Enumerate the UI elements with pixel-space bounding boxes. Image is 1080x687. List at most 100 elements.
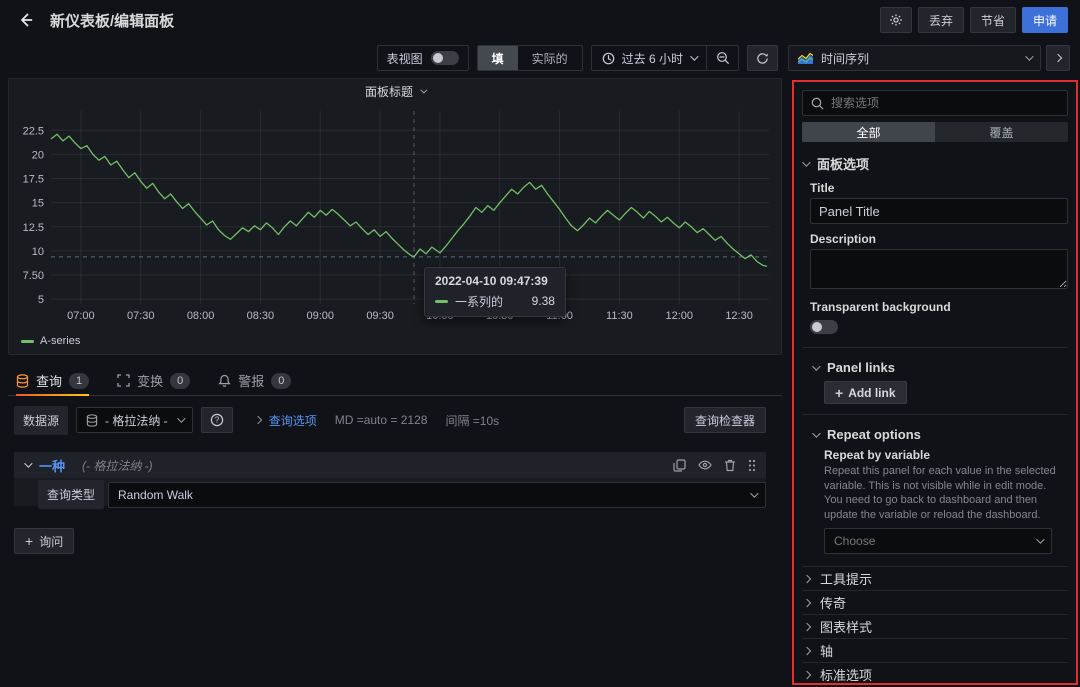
section-axis[interactable]: 轴 [802, 638, 1068, 662]
chevron-down-icon [177, 414, 185, 422]
tab-all-options[interactable]: 全部 [802, 122, 935, 142]
hide-query-button[interactable] [698, 459, 712, 471]
query-row-header[interactable]: 一种 (- 格拉法纳 -) [14, 452, 766, 478]
svg-text:07:00: 07:00 [67, 310, 95, 322]
page-title: 新仪表板/编辑面板 [50, 10, 174, 31]
tab-transform-label: 变换 [137, 371, 163, 390]
collapse-options-button[interactable] [1046, 45, 1070, 71]
query-inspector-button[interactable]: 查询检查器 [684, 407, 766, 433]
max-datapoints-meta: MD =auto = 2128 [335, 413, 428, 427]
add-link-label: Add link [848, 386, 895, 400]
table-view-toggle[interactable]: 表视图 [377, 45, 469, 71]
collapsed-sections: 工具提示 传奇 图表样式 轴 标准选项 [802, 566, 1068, 685]
section-tooltip[interactable]: 工具提示 [802, 566, 1068, 590]
repeat-options-header: Repeat options [827, 427, 921, 442]
duplicate-query-button[interactable] [673, 459, 686, 472]
chevron-down-icon [420, 86, 427, 93]
chart-panel: 面板标题 22.52017.51512.5107.50507:0007:3008… [8, 78, 782, 355]
svg-text:10: 10 [32, 246, 44, 258]
chevron-down-icon [1036, 535, 1044, 543]
query-row-actions [673, 459, 756, 472]
panel-title-input[interactable] [810, 198, 1068, 224]
query-type-select[interactable]: Random Walk [108, 482, 766, 508]
chart-plot[interactable]: 22.52017.51512.5107.50507:0007:3008:0008… [15, 105, 775, 326]
section-panel-options[interactable]: 面板选项 [802, 154, 1068, 173]
legend-series-label: A-series [40, 335, 80, 347]
datasource-help-button[interactable]: ? [201, 407, 233, 433]
visualization-select[interactable]: 时间序列 [788, 45, 1041, 71]
options-search[interactable] [802, 90, 1068, 116]
repeat-variable-select[interactable]: Choose [824, 528, 1052, 554]
add-query-button[interactable]: + 询问 [14, 528, 74, 554]
save-button[interactable]: 节省 [970, 7, 1016, 33]
query-options-toggle[interactable]: 查询选项 [255, 412, 317, 429]
transparent-bg-switch[interactable] [810, 320, 838, 334]
zoom-out-button[interactable] [706, 46, 738, 70]
table-view-switch[interactable] [431, 51, 459, 65]
chevron-down-icon [802, 158, 810, 166]
zoom-out-icon [716, 51, 730, 65]
series-color-swatch [435, 300, 448, 303]
chart-tooltip: 2022-04-10 09:47:39 一系列的 9.38 [424, 267, 566, 317]
back-button[interactable] [12, 6, 40, 34]
time-picker-group: 过去 6 小时 [591, 45, 739, 71]
svg-text:7.50: 7.50 [23, 270, 44, 282]
query-row-card: 一种 (- 格拉法纳 -) 查询类型 Random Walk [14, 452, 766, 506]
datasource-value: - 格拉法纳 - [105, 412, 168, 429]
tab-query-count: 1 [69, 373, 89, 389]
refresh-button[interactable] [747, 45, 778, 71]
repeat-description: Repeat this panel for each value in the … [824, 464, 1062, 522]
tab-query[interactable]: 查询 1 [16, 366, 89, 395]
section-repeat-options[interactable]: Repeat options [812, 427, 1068, 442]
svg-text:12.5: 12.5 [23, 222, 44, 234]
tab-alert[interactable]: 警报 0 [218, 366, 291, 395]
drag-handle-icon [748, 459, 756, 472]
plus-icon: + [25, 534, 33, 548]
section-standard-options[interactable]: 标准选项 [802, 662, 1068, 685]
drag-handle[interactable] [748, 459, 756, 472]
dashboard-settings-button[interactable] [880, 7, 912, 33]
chevron-right-icon [253, 416, 261, 424]
section-panel-links[interactable]: Panel links [812, 360, 1068, 375]
datasource-row: 数据源 - 格拉法纳 - ? 查询选项 MD =auto = 2128 间隔 =… [14, 406, 766, 434]
divider [802, 347, 1068, 348]
svg-text:5: 5 [38, 294, 44, 306]
delete-query-button[interactable] [724, 459, 736, 472]
section-standard-options-label: 标准选项 [820, 665, 872, 684]
section-axis-label: 轴 [820, 641, 833, 660]
tab-overrides[interactable]: 覆盖 [935, 122, 1068, 142]
transform-icon [117, 374, 130, 387]
panel-links-header: Panel links [827, 360, 895, 375]
svg-text:12:00: 12:00 [665, 310, 693, 322]
fill-button[interactable]: 填 [478, 46, 518, 70]
options-search-input[interactable] [831, 96, 1059, 110]
visualization-label: 时间序列 [821, 50, 869, 67]
apply-button[interactable]: 申请 [1022, 7, 1068, 33]
panel-title-label: 面板标题 [365, 83, 413, 100]
query-options-link[interactable]: 查询选项 [269, 412, 317, 429]
top-header: 新仪表板/编辑面板 丢弃 节省 申请 [0, 0, 1080, 40]
options-filter-tabs: 全部 覆盖 [802, 122, 1068, 142]
query-type-label: 查询类型 [38, 480, 104, 509]
section-legend[interactable]: 传奇 [802, 590, 1068, 614]
add-link-button[interactable]: + Add link [824, 381, 907, 404]
switch-knob [812, 322, 822, 332]
panel-title-menu[interactable]: 面板标题 [9, 79, 781, 103]
datasource-select[interactable]: - 格拉法纳 - [76, 407, 193, 433]
database-icon [16, 374, 29, 388]
section-legend-label: 传奇 [820, 593, 846, 612]
actual-button[interactable]: 实际的 [518, 46, 582, 70]
switch-knob [433, 53, 443, 63]
chart-legend[interactable]: A-series [21, 335, 80, 347]
tab-transform[interactable]: 变换 0 [117, 366, 190, 395]
query-row-body: 查询类型 Random Walk [14, 478, 766, 509]
section-graph-styles[interactable]: 图表样式 [802, 614, 1068, 638]
time-range-picker[interactable]: 过去 6 小时 [592, 46, 706, 70]
panel-options-header: 面板选项 [817, 154, 869, 173]
panel-description-textarea[interactable] [810, 249, 1068, 289]
title-field-label: Title [810, 181, 1068, 195]
collapse-chevron-icon [24, 459, 32, 467]
options-pane: 全部 覆盖 面板选项 Title Description Transparent… [792, 80, 1078, 685]
bell-icon [218, 374, 231, 388]
discard-button[interactable]: 丢弃 [918, 7, 964, 33]
